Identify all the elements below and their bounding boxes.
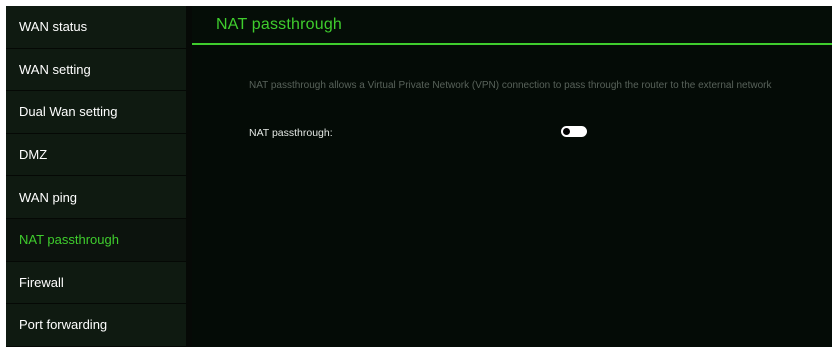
sidebar-item-dual-wan-setting[interactable]: Dual Wan setting <box>6 91 186 134</box>
sidebar-item-label: Dual Wan setting <box>19 104 118 120</box>
nat-passthrough-setting-row: NAT passthrough: <box>249 124 832 144</box>
sidebar-item-wan-ping[interactable]: WAN ping <box>6 176 186 219</box>
sidebar-item-label: WAN setting <box>19 61 91 77</box>
sidebar-item-dmz[interactable]: DMZ <box>6 133 186 177</box>
sidebar-item-label: Port forwarding <box>19 317 108 333</box>
sidebar-item-wan-setting[interactable]: WAN setting <box>6 48 186 92</box>
page-title: NAT passthrough <box>216 16 343 33</box>
header-divider <box>192 43 832 45</box>
sidebar-item-label: Firewall <box>19 274 64 290</box>
sidebar-item-nat-passthrough[interactable]: NAT passthrough <box>6 218 186 262</box>
page-description: NAT passthrough allows a Virtual Private… <box>249 80 772 91</box>
sidebar-item-label: DMZ <box>19 147 48 163</box>
sidebar-item-port-forwarding[interactable]: Port forwarding <box>6 304 186 347</box>
toggle-knob <box>563 128 570 135</box>
nat-passthrough-toggle[interactable] <box>561 126 587 137</box>
sidebar-item-label: NAT passthrough <box>19 232 119 248</box>
sidebar-item-label: WAN status <box>19 19 88 35</box>
router-settings-panel: WAN status WAN setting Dual Wan setting … <box>6 6 832 347</box>
sidebar: WAN status WAN setting Dual Wan setting … <box>6 6 186 347</box>
sidebar-item-firewall[interactable]: Firewall <box>6 261 186 305</box>
page-header: NAT passthrough <box>192 6 832 45</box>
nat-passthrough-label: NAT passthrough: <box>249 127 333 139</box>
sidebar-item-wan-status[interactable]: WAN status <box>6 6 186 49</box>
sidebar-item-label: WAN ping <box>19 189 78 205</box>
main-content: NAT passthrough NAT passthrough allows a… <box>192 6 832 347</box>
